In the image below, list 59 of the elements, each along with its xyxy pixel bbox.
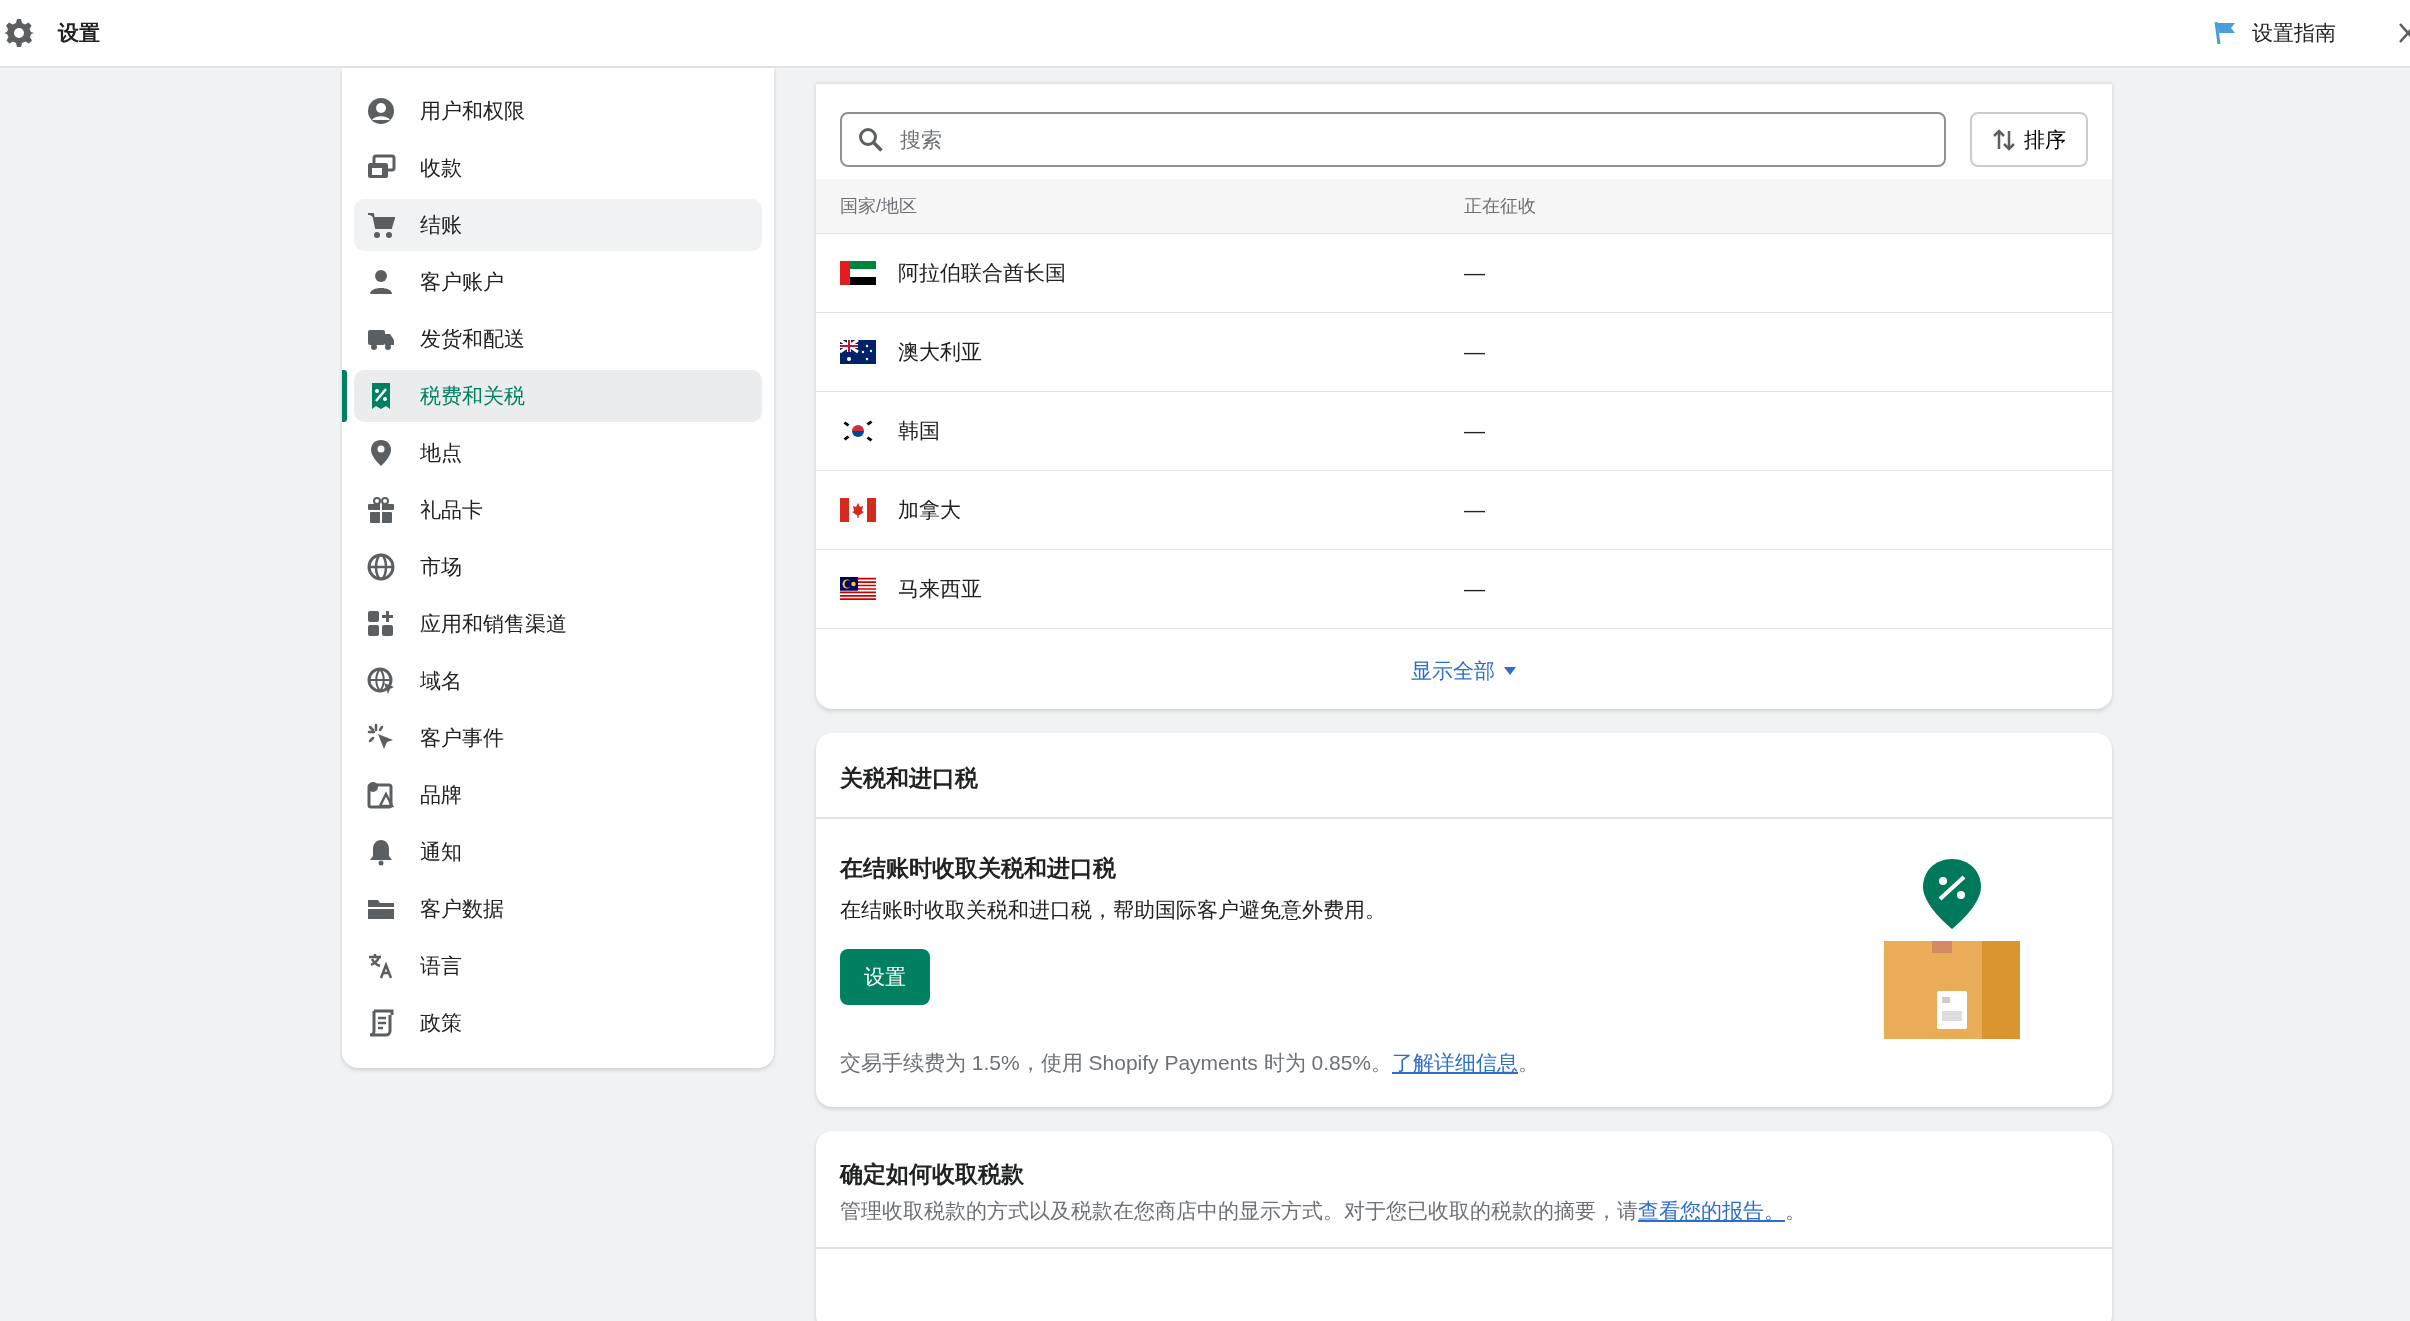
page-title: 设置 xyxy=(58,20,100,47)
country-name: 马来西亚 xyxy=(898,576,982,603)
sidebar-item[interactable]: 客户账户 xyxy=(354,256,762,308)
globe-icon xyxy=(366,552,396,582)
selection-indicator xyxy=(342,370,347,422)
search-field[interactable]: 搜索 xyxy=(840,112,1946,167)
apps-plus-icon xyxy=(366,609,396,639)
sidebar-item[interactable]: 品牌 xyxy=(354,769,762,821)
sidebar-item[interactable]: 地点 xyxy=(354,427,762,479)
gift-icon xyxy=(366,495,396,525)
image-icon xyxy=(366,780,396,810)
country-name: 澳大利亚 xyxy=(898,339,982,366)
setup-button[interactable]: 设置 xyxy=(840,949,930,1005)
sidebar-item[interactable]: 用户和权限 xyxy=(354,85,762,137)
country-name: 加拿大 xyxy=(898,497,961,524)
setup-guide-link[interactable]: 设置指南 xyxy=(2214,17,2336,49)
country-name: 韩国 xyxy=(898,418,940,445)
sidebar-item[interactable]: 域名 xyxy=(354,655,762,707)
view-report-link[interactable]: 查看您的报告。 xyxy=(1638,1199,1785,1222)
flag-icon xyxy=(840,577,876,601)
country-name: 阿拉伯联合酋长国 xyxy=(898,260,1066,287)
card-title: 确定如何收取税款 xyxy=(840,1159,1025,1189)
sidebar-item[interactable]: 收款 xyxy=(354,142,762,194)
collecting-status: — xyxy=(1464,339,1485,366)
sidebar-item[interactable]: 客户事件 xyxy=(354,712,762,764)
flag-icon xyxy=(840,498,876,522)
person-circle-icon xyxy=(366,96,396,126)
settings-icon xyxy=(4,18,34,48)
sort-button[interactable]: 排序 xyxy=(1970,112,2088,167)
flag-icon xyxy=(840,340,876,364)
sidebar-item[interactable]: 客户数据 xyxy=(354,883,762,935)
learn-more-link[interactable]: 了解详细信息 xyxy=(1392,1051,1518,1074)
sidebar-item[interactable]: 结账 xyxy=(354,199,762,251)
caret-icon xyxy=(1503,665,1517,676)
show-all-link[interactable]: 显示全部 xyxy=(1411,655,1517,687)
section-heading: 在结账时收取关税和进口税 xyxy=(840,854,1117,883)
collecting-status: — xyxy=(1464,497,1485,524)
collecting-status: — xyxy=(1464,418,1485,445)
sidebar-item[interactable]: 发货和配送 xyxy=(354,313,762,365)
flag-icon xyxy=(2214,21,2236,45)
sidebar-item[interactable]: 礼品卡 xyxy=(354,484,762,536)
collecting-status: — xyxy=(1464,260,1485,287)
fee-note: 交易手续费为 1.5%，使用 Shopify Payments 时为 0.85%。了解详细信息。 xyxy=(840,1051,1539,1074)
column-header: 正在征收 xyxy=(1464,194,1536,218)
sidebar-item[interactable]: 应用和销售渠道 xyxy=(354,598,762,650)
sort-arrows-icon xyxy=(1992,127,2016,152)
sidebar-item[interactable]: 政策 xyxy=(354,997,762,1049)
flag-icon xyxy=(840,261,876,285)
column-header: 国家/地区 xyxy=(839,194,918,218)
cart-icon xyxy=(366,210,396,240)
description-text: 管理收取税款的方式以及税款在您商店中的显示方式。对于您已收取的税款的摘要，请查看您的报告。。 xyxy=(840,1198,1807,1224)
card-title: 关税和进口税 xyxy=(840,764,978,791)
sidebar-item[interactable]: 语言 xyxy=(354,940,762,992)
search-icon xyxy=(858,127,884,153)
sidebar-item[interactable]: 市场 xyxy=(354,541,762,593)
description-text: 在结账时收取关税和进口税，帮助国际客户避免意外费用。 xyxy=(840,896,1387,923)
globe-cursor-icon xyxy=(366,666,396,696)
collecting-status: — xyxy=(1464,576,1485,603)
sidebar-item[interactable]: 通知 xyxy=(354,826,762,878)
